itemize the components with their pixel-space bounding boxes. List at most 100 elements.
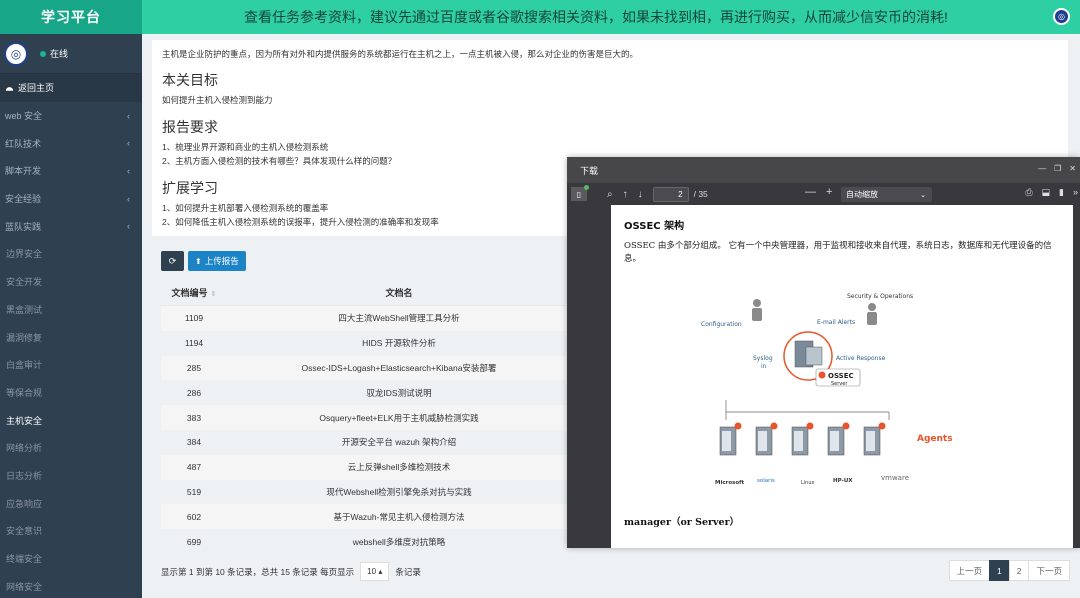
doc-id-cell: 383 bbox=[186, 412, 202, 423]
doc-name-cell[interactable]: 基于Wazuh-常见主机入侵检测方法 bbox=[227, 511, 571, 523]
restore-icon[interactable]: ❐ bbox=[1054, 164, 1061, 173]
sidebar-item-network-analysis[interactable]: 网络分析 bbox=[0, 434, 142, 462]
table-row[interactable]: 1109 四大主流WebShell管理工具分析 bbox=[161, 306, 571, 331]
sidebar-toggle-button[interactable]: ▯ bbox=[571, 185, 589, 201]
user-avatar-icon[interactable]: ◎ bbox=[1053, 8, 1070, 25]
refresh-button[interactable]: ⟳ bbox=[161, 251, 184, 271]
table-row[interactable]: 519 现代Webshell检测引擎免杀对抗与实践 bbox=[161, 480, 571, 505]
sidebar-item-log-analysis[interactable]: 日志分析 bbox=[0, 462, 142, 490]
viewer-titlebar[interactable]: 下载 — ❐ ✕ bbox=[567, 157, 1080, 183]
doc-id-cell: 1194 bbox=[184, 338, 204, 349]
chevron-down-icon: ⌄ bbox=[920, 191, 926, 199]
prev-page-button[interactable]: 上一页 bbox=[948, 560, 991, 581]
doc-id-cell: 699 bbox=[186, 536, 202, 547]
sidebar-group-experience[interactable]: 安全经验 ‹ bbox=[0, 185, 142, 213]
sidebar-item-endpoint[interactable]: 终端安全 bbox=[0, 545, 142, 573]
sidebar-item-host-security[interactable]: 主机安全 bbox=[0, 406, 142, 434]
sidebar-item-boundary[interactable]: 边界安全 bbox=[0, 240, 142, 268]
chevron-left-icon: ‹ bbox=[127, 138, 130, 149]
sidebar-item-blackbox[interactable]: 黑盒测试 bbox=[0, 296, 142, 324]
zoom-select[interactable]: 自动缩放 ⌄ bbox=[841, 187, 932, 202]
sidebar-item-vulnfix[interactable]: 漏洞修复 bbox=[0, 323, 142, 351]
pagination-text: 显示第 1 到第 10 条记录，总共 15 条记录 每页显示 bbox=[161, 566, 355, 577]
zoom-out-icon[interactable]: — bbox=[805, 186, 816, 198]
page-number-input[interactable]: 2 bbox=[652, 186, 689, 202]
column-header-name[interactable]: 文档名 bbox=[227, 286, 571, 299]
sidebar-item-label: 红队技术 bbox=[5, 138, 42, 149]
status-dot-icon bbox=[40, 50, 46, 57]
arrow-up-icon[interactable]: ↑ bbox=[623, 189, 628, 200]
pagination-info: 显示第 1 到第 10 条记录，总共 15 条记录 每页显示 10 ▴ 条记录 bbox=[161, 562, 421, 581]
sidebar-item-whitebox[interactable]: 白盒审计 bbox=[0, 351, 142, 379]
app-title[interactable]: 学习平台 bbox=[0, 0, 142, 34]
table-row[interactable]: 286 驭龙IDS测试说明 bbox=[161, 380, 571, 405]
status-label: 在线 bbox=[50, 49, 69, 59]
pdf-page: OSSEC 架构 OSSEC 由多个部分组成。 它有一个中央管理器，用于监视和接… bbox=[611, 205, 1073, 548]
table-toolbar: ⟳ ⬆ 上传报告 bbox=[161, 251, 246, 271]
sidebar-item-network-security[interactable]: 网络安全 bbox=[0, 572, 142, 598]
banner-text: 查看任务参考资料，建议先通过百度或者谷歌搜索相关资料，如果未找到相，再进行购买，… bbox=[244, 9, 948, 25]
doc-name-cell[interactable]: Osquery+fleet+ELK用于主机威胁检测实践 bbox=[227, 412, 571, 424]
ossec-label: OSSEC bbox=[828, 372, 854, 380]
avatar[interactable]: ◎ bbox=[4, 41, 28, 66]
requirement-item: 1、梳理业界开源和商业的主机入侵检测系统 bbox=[162, 142, 329, 152]
table-row[interactable]: 602 基于Wazuh-常见主机入侵检测方法 bbox=[161, 504, 571, 530]
table-header: 文档编号 ⇕ 文档名 bbox=[161, 280, 571, 306]
agent-computer-icon bbox=[791, 422, 814, 456]
doc-id-cell: 1109 bbox=[184, 313, 204, 324]
doc-id-cell: 519 bbox=[186, 486, 202, 497]
sidebar-item-label: 返回主页 bbox=[18, 83, 55, 94]
chevron-left-icon: ‹ bbox=[127, 193, 130, 204]
doc-name-cell[interactable]: HIDS 开源软件分析 bbox=[227, 337, 571, 349]
sidebar-item-compliance[interactable]: 等保合规 bbox=[0, 379, 142, 407]
doc-name-cell[interactable]: 四大主流WebShell管理工具分析 bbox=[227, 312, 571, 324]
doc-name-cell[interactable]: 云上反弹shell多维检测技术 bbox=[227, 461, 571, 473]
upload-report-button[interactable]: ⬆ 上传报告 bbox=[188, 251, 246, 271]
page-2-button[interactable]: 2 bbox=[1008, 560, 1030, 581]
chevron-left-icon: ‹ bbox=[127, 165, 130, 176]
sidebar-item-home[interactable]: 返回主页 bbox=[0, 74, 142, 102]
table-row[interactable]: 285 Ossec-IDS+Logash+Elasticsearch+Kibana… bbox=[161, 355, 571, 381]
print-icon[interactable]: ⎙ bbox=[1025, 187, 1032, 198]
dashboard-icon bbox=[5, 86, 14, 91]
zoom-in-icon[interactable]: + bbox=[826, 186, 832, 198]
agent-computer-icon bbox=[719, 422, 742, 456]
doc-name-cell[interactable]: 驭龙IDS测试说明 bbox=[227, 387, 571, 399]
sidebar-group-blueteam[interactable]: 蓝队实践 ‹ bbox=[0, 212, 142, 240]
doc-name-cell[interactable]: 开源安全平台 wazuh 架构介绍 bbox=[227, 436, 571, 448]
label-syslog-in: in bbox=[761, 363, 767, 370]
doc-name-cell[interactable]: webshell多维度对抗策略 bbox=[227, 536, 571, 548]
search-icon[interactable]: ⌕ bbox=[607, 189, 613, 200]
ossec-logo-icon bbox=[818, 371, 826, 379]
sidebar-item-secdev[interactable]: 安全开发 bbox=[0, 268, 142, 296]
header-label: 文档编号 bbox=[171, 288, 208, 298]
table-row[interactable]: 384 开源安全平台 wazuh 架构介绍 bbox=[161, 430, 571, 455]
download-icon[interactable]: ⬓ bbox=[1042, 187, 1051, 198]
next-page-button[interactable]: 下一页 bbox=[1028, 560, 1070, 581]
doc-id-cell: 286 bbox=[186, 387, 202, 398]
doc-name-cell[interactable]: Ossec-IDS+Logash+Elasticsearch+Kibana安装部… bbox=[227, 362, 571, 374]
page-1-button[interactable]: 1 bbox=[989, 560, 1010, 581]
agent-computer-icon bbox=[827, 422, 850, 456]
table-row[interactable]: 383 Osquery+fleet+ELK用于主机威胁检测实践 bbox=[161, 405, 571, 430]
sidebar-item-awareness[interactable]: 安全意识 bbox=[0, 517, 142, 545]
sidebar-group-script[interactable]: 脚本开发 ‹ bbox=[0, 157, 142, 185]
table-row[interactable]: 487 云上反弹shell多维检测技术 bbox=[161, 454, 571, 480]
agents-group bbox=[719, 422, 886, 456]
user-box: ◎ 在线 bbox=[0, 34, 142, 74]
table-row[interactable]: 699 webshell多维度对抗策略 bbox=[161, 529, 571, 554]
minimize-icon[interactable]: — bbox=[1038, 164, 1046, 173]
sidebar-item-incident-response[interactable]: 应急响应 bbox=[0, 489, 142, 517]
arrow-down-icon[interactable]: ↓ bbox=[638, 189, 643, 200]
sidebar-group-redteam[interactable]: 红队技术 ‹ bbox=[0, 129, 142, 157]
column-header-id[interactable]: 文档编号 ⇕ bbox=[161, 286, 227, 299]
sidebar-group-web[interactable]: web 安全 ‹ bbox=[0, 102, 142, 130]
bookmark-icon[interactable]: ▮ bbox=[1059, 187, 1064, 198]
more-tools-icon[interactable]: » bbox=[1073, 187, 1078, 198]
table-row[interactable]: 1194 HIDS 开源软件分析 bbox=[161, 331, 571, 356]
close-icon[interactable]: ✕ bbox=[1069, 164, 1076, 173]
label-configuration: Configuration bbox=[701, 321, 742, 328]
page-size-select[interactable]: 10 ▴ bbox=[360, 562, 390, 581]
sidebar-toggle-icon: ▯ bbox=[576, 189, 582, 199]
doc-name-cell[interactable]: 现代Webshell检测引擎免杀对抗与实践 bbox=[227, 486, 571, 498]
